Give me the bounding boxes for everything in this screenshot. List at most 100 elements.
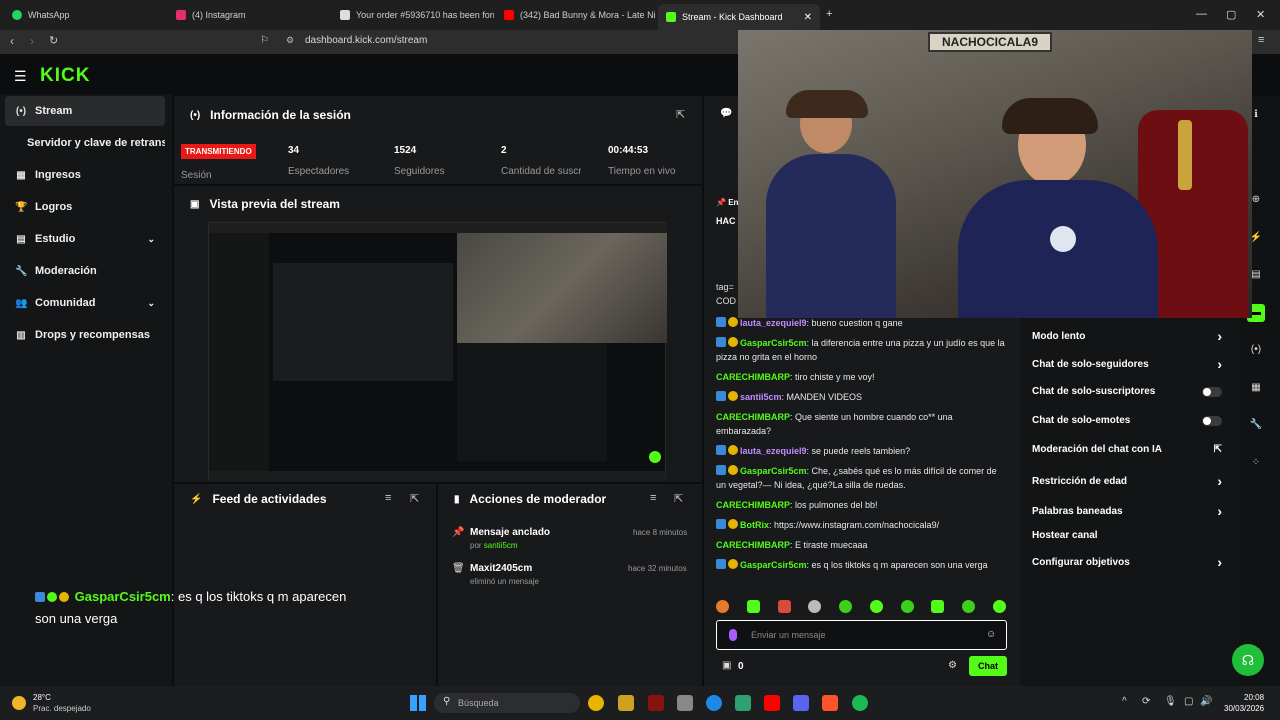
emote-icon[interactable] (900, 600, 914, 613)
chrome-icon[interactable] (588, 695, 604, 711)
wrench-icon[interactable]: 🔧 (1247, 416, 1265, 434)
settings-row[interactable]: Moderación del chat con IA ⇱ (1032, 444, 1222, 455)
chat-message[interactable]: BotRix: https://www.instagram.com/nachoc… (716, 518, 1006, 532)
chat-username[interactable]: santii5cm (740, 392, 782, 402)
sidebar-item-ingresos[interactable]: ▦ Ingresos (5, 160, 165, 190)
settings-row[interactable]: Chat de solo-suscriptores (1032, 386, 1222, 397)
back-icon[interactable]: ‹ (10, 34, 14, 48)
tab-order[interactable]: Your order #5936710 has been forme (332, 4, 494, 26)
browser-menu-icon[interactable]: ≡ (1258, 34, 1264, 46)
settings-row[interactable]: Chat de solo-emotes (1032, 415, 1222, 426)
popout-icon[interactable]: ⇱ (676, 108, 685, 121)
emote-icon[interactable] (716, 600, 729, 613)
reload-icon[interactable]: ↻ (49, 34, 58, 47)
emote-icon[interactable] (839, 600, 853, 613)
discord-icon[interactable] (793, 695, 809, 711)
chat-message[interactable]: GasparCsir5cm: la diferencia entre una p… (716, 336, 1006, 364)
chat-username[interactable]: lauta_ezequiel9 (740, 446, 807, 456)
settings-row[interactable]: Modo lento › (1032, 328, 1222, 344)
chat-username[interactable]: GasparCsir5cm (740, 560, 807, 570)
broadcast-icon[interactable]: (•) (1247, 341, 1265, 359)
emote-icon[interactable] (869, 600, 883, 613)
chat-settings-icon[interactable]: ⚙ (948, 660, 957, 671)
chat-message[interactable]: lauta_ezequiel9: bueno cuestion q gane (716, 316, 1006, 330)
tray-mic-icon[interactable]: 🎙 (1164, 696, 1177, 707)
url-field[interactable]: dashboard.kick.com/stream (305, 35, 427, 46)
windows-start-icon[interactable] (410, 695, 426, 711)
chat-message[interactable]: CARECHIMBARP: Que siente un hombre cuand… (716, 410, 1006, 438)
emote-icon[interactable] (931, 600, 945, 613)
stream-preview-video[interactable] (208, 222, 667, 481)
brave-icon[interactable] (822, 695, 838, 711)
emote-icon[interactable] (992, 600, 1006, 613)
spotify-icon[interactable] (852, 695, 868, 711)
chat-message[interactable]: CARECHIMBARP: E tiraste muecaaa (716, 538, 1006, 552)
sidebar-item-logros[interactable]: 🏆 Logros (5, 192, 165, 222)
taskbar-search[interactable]: ⚲ Búsqueda (434, 693, 580, 713)
settings-row[interactable]: Configurar objetivos › (1032, 554, 1222, 570)
app-icon[interactable] (735, 695, 751, 711)
emote-icon[interactable] (808, 600, 822, 613)
maximize-icon[interactable]: ▢ (1226, 8, 1236, 21)
emoji-icon[interactable]: ☺ (986, 629, 996, 640)
network-icon[interactable]: ▢ (1184, 696, 1193, 707)
chat-message[interactable]: lauta_ezequiel9: se puede reels tambien? (716, 444, 1006, 458)
chat-message[interactable]: GasparCsir5cm: Che, ¿sabés qué es lo más… (716, 464, 1006, 492)
sidebar-item-stream[interactable]: (•) Stream (5, 96, 165, 126)
emote-icon[interactable] (962, 600, 976, 613)
sidebar-item-estudio[interactable]: ▤ Estudio ⌄ (5, 224, 165, 254)
tab-whatsapp[interactable]: WhatsApp (4, 4, 164, 26)
layout-icon[interactable]: ▦ (1247, 379, 1265, 397)
chat-message[interactable]: CARECHIMBARP: los pulmones del bb! (716, 498, 1006, 512)
chat-username[interactable]: CARECHIMBARP (716, 500, 790, 510)
popout-icon[interactable]: ⇱ (410, 492, 419, 505)
toggle-switch[interactable] (1202, 415, 1222, 426)
tray-chevron-icon[interactable]: ^ (1122, 696, 1127, 707)
minimize-icon[interactable]: — (1196, 8, 1207, 20)
filter-icon[interactable]: ≡ (650, 492, 656, 504)
sidebar-item-moderacion[interactable]: 🔧 Moderación (5, 256, 165, 286)
chat-input-box[interactable]: Enviar un mensaje ☺ (716, 620, 1007, 650)
support-headset-icon[interactable]: ☊ (1232, 644, 1264, 676)
send-chat-button[interactable]: Chat (969, 656, 1007, 676)
chat-username[interactable]: GasparCsir5cm (740, 466, 807, 476)
hamburger-menu-icon[interactable]: ☰ (14, 68, 27, 85)
settings-row[interactable]: Chat de solo-seguidores › (1032, 356, 1222, 372)
settings-row[interactable]: Hostear canal (1032, 530, 1222, 541)
tab-instagram[interactable]: (4) Instagram (168, 4, 330, 26)
sidebar-item-drops[interactable]: ▥ Drops y recompensas (5, 320, 165, 350)
chat-message[interactable]: CARECHIMBARP: tiro chiste y me voy! (716, 370, 1006, 384)
tab-kick-dashboard[interactable]: Stream - Kick Dashboard ✕ (658, 4, 820, 30)
filter-icon[interactable]: ≡ (385, 492, 391, 504)
youtube-icon[interactable] (764, 695, 780, 711)
chat-username[interactable]: GasparCsir5cm (740, 338, 807, 348)
toggle-switch[interactable] (1202, 386, 1222, 397)
settings-row[interactable]: Restricción de edad › (1032, 473, 1222, 489)
close-window-icon[interactable]: ✕ (1256, 8, 1265, 21)
chat-username[interactable]: CARECHIMBARP (716, 412, 790, 422)
chat-message[interactable]: GasparCsir5cm: es q los tiktoks q m apar… (716, 558, 1006, 586)
emote-icon[interactable] (777, 600, 791, 613)
forward-icon[interactable]: › (30, 34, 34, 48)
sidebar-item-comunidad[interactable]: 👥 Comunidad ⌄ (5, 288, 165, 318)
bookmark-icon[interactable]: ⚐ (260, 35, 269, 46)
app-icon[interactable] (677, 695, 693, 711)
chat-message[interactable]: santii5cm: MANDEN VIDEOS (716, 390, 1006, 404)
new-tab-button[interactable]: + (826, 8, 832, 20)
apps-icon[interactable]: ⁘ (1247, 454, 1265, 472)
points-icon[interactable]: ▣ (722, 660, 731, 671)
popout-icon[interactable]: ⇱ (674, 492, 683, 505)
settings-row[interactable]: Palabras baneadas › (1032, 503, 1222, 519)
close-tab-icon[interactable]: ✕ (804, 12, 812, 23)
site-info-icon[interactable]: ⚙ (286, 35, 294, 46)
app-icon[interactable] (648, 695, 664, 711)
chat-username[interactable]: lauta_ezequiel9 (740, 318, 807, 328)
kick-logo[interactable]: KICK (40, 65, 90, 87)
chat-username[interactable]: BotRix (740, 520, 769, 530)
chat-username[interactable]: CARECHIMBARP (716, 372, 790, 382)
volume-icon[interactable]: 🔊 (1200, 696, 1212, 707)
sidebar-item-server-key[interactable]: Servidor y clave de retransmisión (5, 128, 165, 158)
emote-icon[interactable] (746, 600, 760, 613)
file-explorer-icon[interactable] (618, 695, 634, 711)
edge-icon[interactable] (706, 695, 722, 711)
